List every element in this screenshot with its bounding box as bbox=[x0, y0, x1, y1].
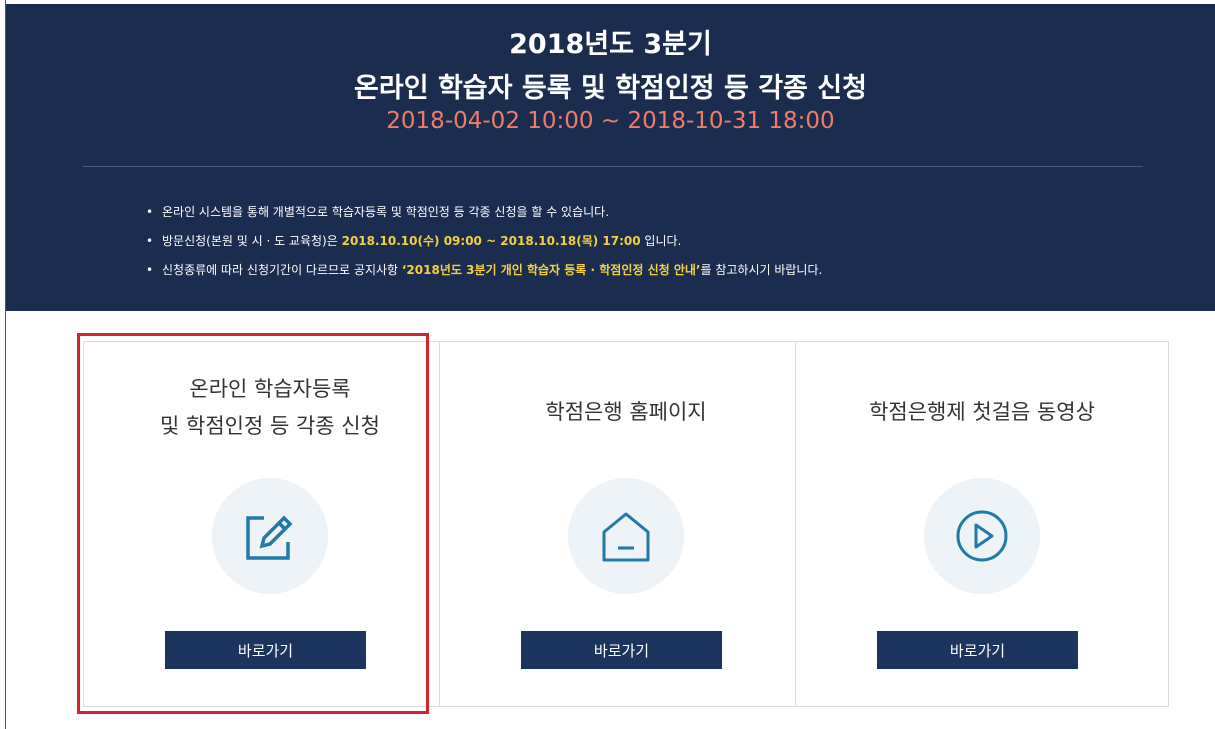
notice-item: 방문신청(본원 및 시 · 도 교육청)은 2018.10.10(수) 09:0… bbox=[146, 227, 822, 256]
card-title-line1: 온라인 학습자등록 bbox=[189, 377, 351, 401]
play-icon bbox=[956, 510, 1008, 562]
card-credit-bank-homepage: 학점은행 홈페이지 바로가기 bbox=[439, 341, 813, 707]
go-button-online-application[interactable]: 바로가기 bbox=[165, 631, 366, 669]
notice-list: 온라인 시스템을 통해 개별적으로 학습자등록 및 학점인정 등 각종 신청을 … bbox=[146, 198, 822, 285]
notice-item: 온라인 시스템을 통해 개별적으로 학습자등록 및 학점인정 등 각종 신청을 … bbox=[146, 198, 822, 227]
card-title: 학점은행제 첫걸음 동영상 bbox=[869, 400, 1095, 424]
home-icon bbox=[602, 512, 650, 562]
card-title: 학점은행 홈페이지 bbox=[545, 400, 707, 424]
visit-period-highlight: 2018.10.10(수) 09:00 ~ 2018.10.18(목) 17:0… bbox=[341, 234, 641, 248]
notice-banner: 2018년도 3분기 온라인 학습자 등록 및 학점인정 등 각종 신청 201… bbox=[6, 0, 1215, 311]
play-icon-circle bbox=[924, 478, 1040, 594]
card-title-line2: 및 학점인정 등 각종 신청 bbox=[160, 414, 380, 438]
go-button-intro-video[interactable]: 바로가기 bbox=[877, 631, 1078, 669]
card-online-application: 온라인 학습자등록 및 학점인정 등 각종 신청 바로가기 bbox=[83, 341, 457, 707]
edit-icon bbox=[246, 515, 293, 560]
home-icon-circle bbox=[568, 478, 684, 594]
notice-item: 신청종류에 따라 신청기간이 다르므로 공지사항 ‘2018년도 3분기 개인 … bbox=[146, 256, 822, 285]
banner-title-main: 온라인 학습자 등록 및 학점인정 등 각종 신청 bbox=[354, 73, 867, 104]
application-period: 2018-04-02 10:00 ~ 2018-10-31 18:00 bbox=[386, 108, 835, 134]
banner-divider bbox=[83, 166, 1143, 167]
notice-title-highlight: ‘2018년도 3분기 개인 학습자 등록 · 학점인정 신청 안내’ bbox=[401, 263, 701, 277]
go-button-credit-bank-homepage[interactable]: 바로가기 bbox=[521, 631, 722, 669]
banner-title-year: 2018년도 3분기 bbox=[509, 29, 712, 60]
card-intro-video: 학점은행제 첫걸음 동영상 바로가기 bbox=[795, 341, 1169, 707]
edit-icon-circle bbox=[212, 478, 328, 594]
